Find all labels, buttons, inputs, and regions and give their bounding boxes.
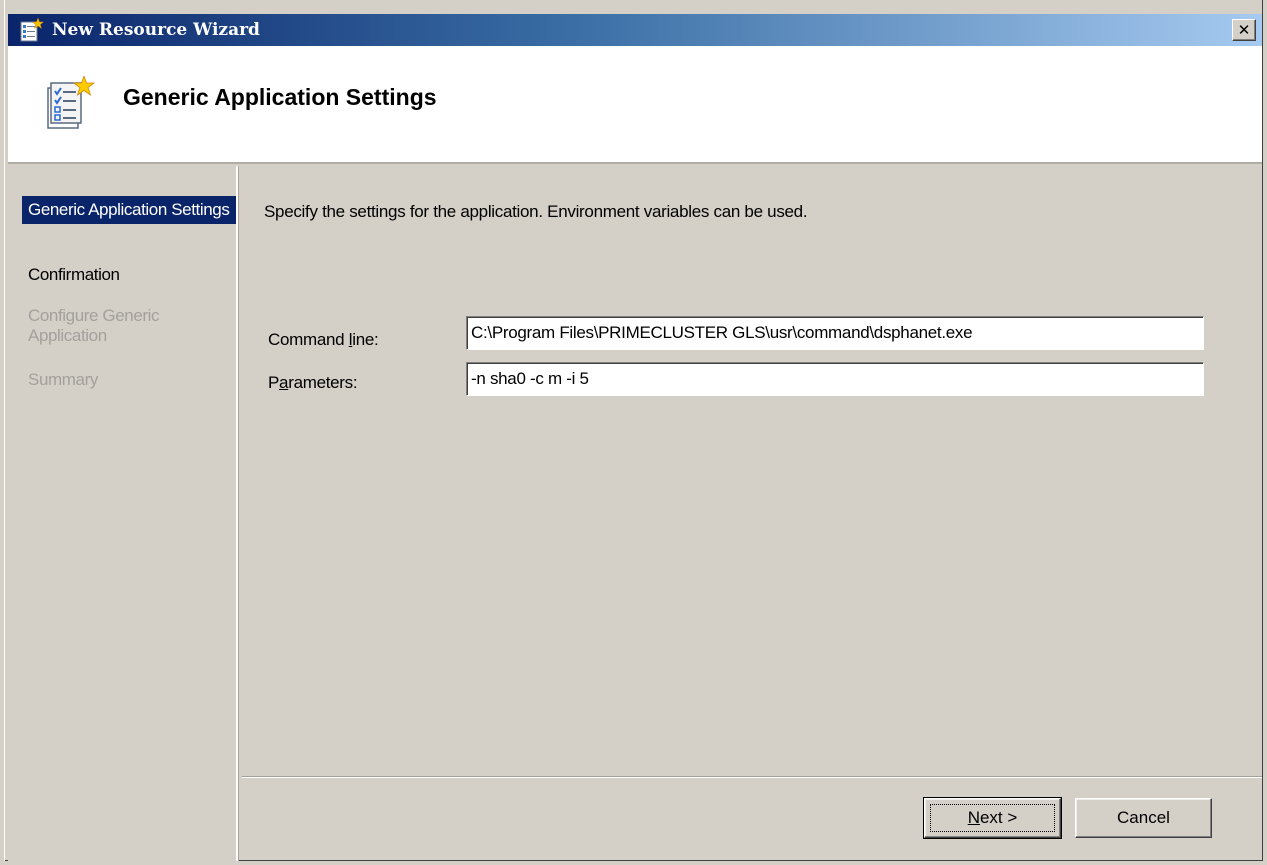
focus-ring: [930, 804, 1055, 832]
command-line-field[interactable]: [466, 316, 1204, 350]
parameters-label: Parameters:: [268, 373, 358, 393]
step-configure-generic-application: Configure Generic Application: [28, 306, 160, 345]
close-icon: ✕: [1237, 21, 1251, 39]
step-generic-application-settings[interactable]: Generic Application Settings: [22, 196, 236, 224]
cancel-button-label: Cancel: [1117, 808, 1170, 827]
parameters-accelerator: a: [279, 373, 289, 392]
footer-divider: [242, 776, 1262, 778]
wizard-document-icon: [20, 17, 44, 42]
wizard-window: New Resource Wizard ✕ Generic Applicatio…: [0, 0, 1267, 865]
wizard-checklist-icon: [47, 76, 96, 129]
close-button[interactable]: ✕: [1232, 19, 1256, 41]
command-line-label-part: Command: [268, 330, 349, 349]
wizard-step-list: Generic Application Settings Confirmatio…: [8, 166, 238, 861]
wizard-header: Generic Application Settings: [8, 46, 1262, 164]
window-title: New Resource Wizard: [52, 20, 260, 40]
step-confirmation[interactable]: Confirmation: [22, 261, 236, 289]
command-line-label-part: ine:: [352, 330, 379, 349]
parameters-label-part: rameters:: [288, 373, 358, 392]
cancel-button[interactable]: Cancel: [1075, 798, 1212, 838]
title-bar[interactable]: New Resource Wizard ✕: [8, 14, 1262, 46]
page-title: Generic Application Settings: [123, 84, 437, 110]
step-summary: Summary: [28, 370, 98, 389]
wizard-content: Specify the settings for the application…: [242, 166, 1262, 776]
parameters-label-part: P: [268, 373, 280, 392]
next-button[interactable]: Next >: [923, 797, 1062, 839]
command-line-label: Command line:: [268, 330, 379, 350]
instruction-text: Specify the settings for the application…: [264, 202, 808, 221]
parameters-field[interactable]: [466, 362, 1204, 396]
